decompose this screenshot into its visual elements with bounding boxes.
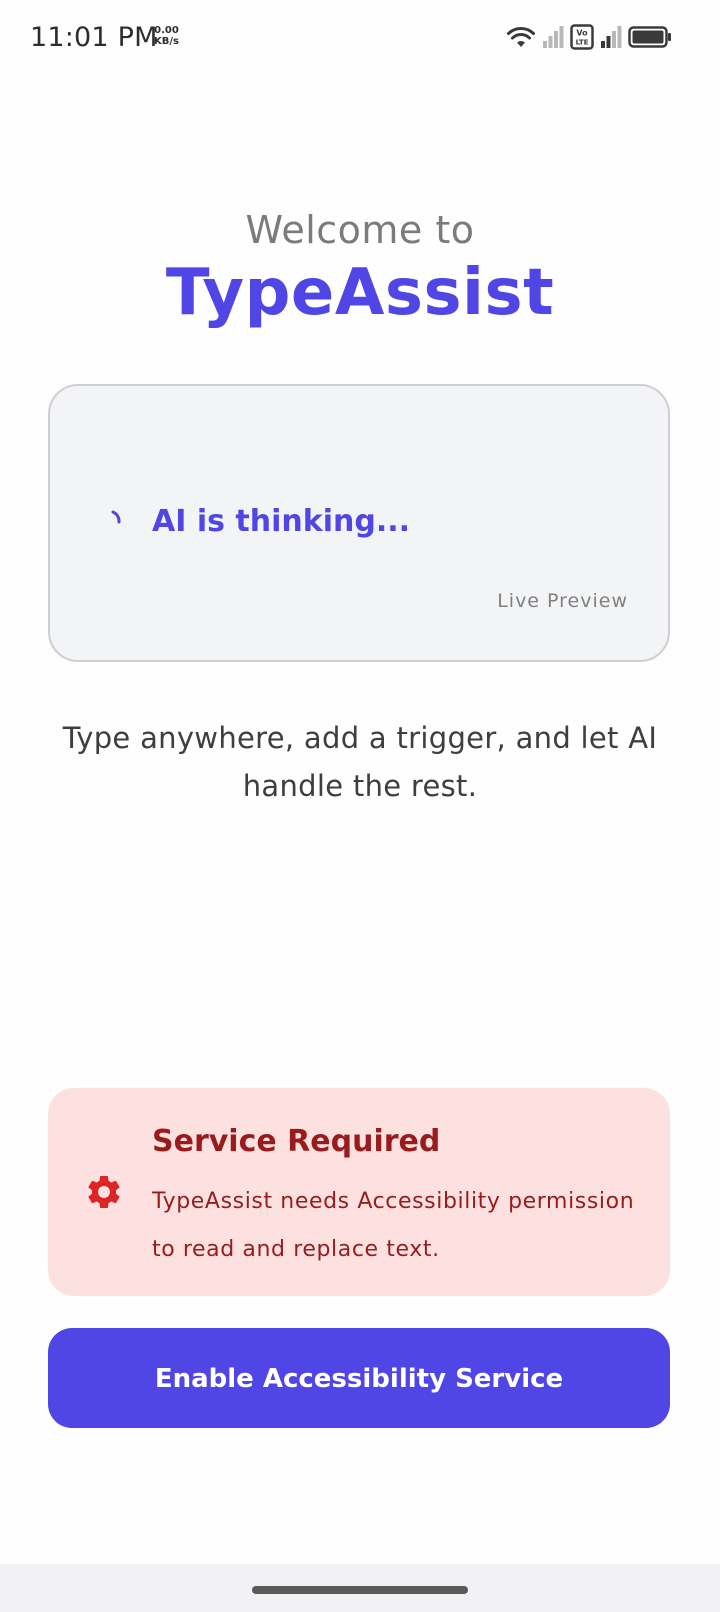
network-speed-value: 0.00: [154, 25, 179, 36]
tagline: Type anywhere, add a trigger, and let AI…: [62, 721, 658, 803]
network-speed: 0.00 KB/s: [154, 25, 179, 47]
live-preview-label: Live Preview: [497, 590, 628, 612]
svg-text:Vo: Vo: [576, 29, 588, 38]
wifi-icon: [507, 26, 535, 47]
service-required-card: Service Required TypeAssist needs Access…: [48, 1088, 670, 1296]
status-time: 11:01 PM: [30, 22, 158, 53]
enable-accessibility-button[interactable]: Enable Accessibility Service: [48, 1328, 670, 1428]
service-required-title: Service Required: [152, 1124, 441, 1159]
ai-thinking-text: AI is thinking...: [152, 504, 411, 539]
status-icons: Vo LTE: [506, 22, 672, 52]
navigation-bar: [0, 1564, 720, 1612]
battery-icon: [628, 26, 671, 48]
network-speed-unit: KB/s: [154, 36, 179, 47]
service-required-description: TypeAssist needs Accessibility permissio…: [152, 1189, 635, 1262]
status-bar: 11:01 PM 0.00 KB/s Vo LTE: [0, 0, 720, 76]
welcome-text: Welcome to: [245, 208, 475, 252]
live-preview-card: AI is thinking... Live Preview: [48, 384, 670, 662]
volte-icon: Vo LTE: [570, 24, 594, 50]
svg-text:LTE: LTE: [576, 39, 589, 47]
thinking-row: AI is thinking...: [106, 504, 410, 539]
signal-icon: [601, 26, 622, 48]
welcome-screen: 11:01 PM 0.00 KB/s Vo LTE Welcome to Typ…: [0, 0, 720, 1612]
gear-icon: [88, 1176, 120, 1208]
home-gesture-handle[interactable]: [252, 1586, 468, 1594]
spinner-icon: [111, 510, 121, 523]
app-title: TypeAssist: [165, 256, 555, 330]
signal-icon: [543, 26, 564, 48]
